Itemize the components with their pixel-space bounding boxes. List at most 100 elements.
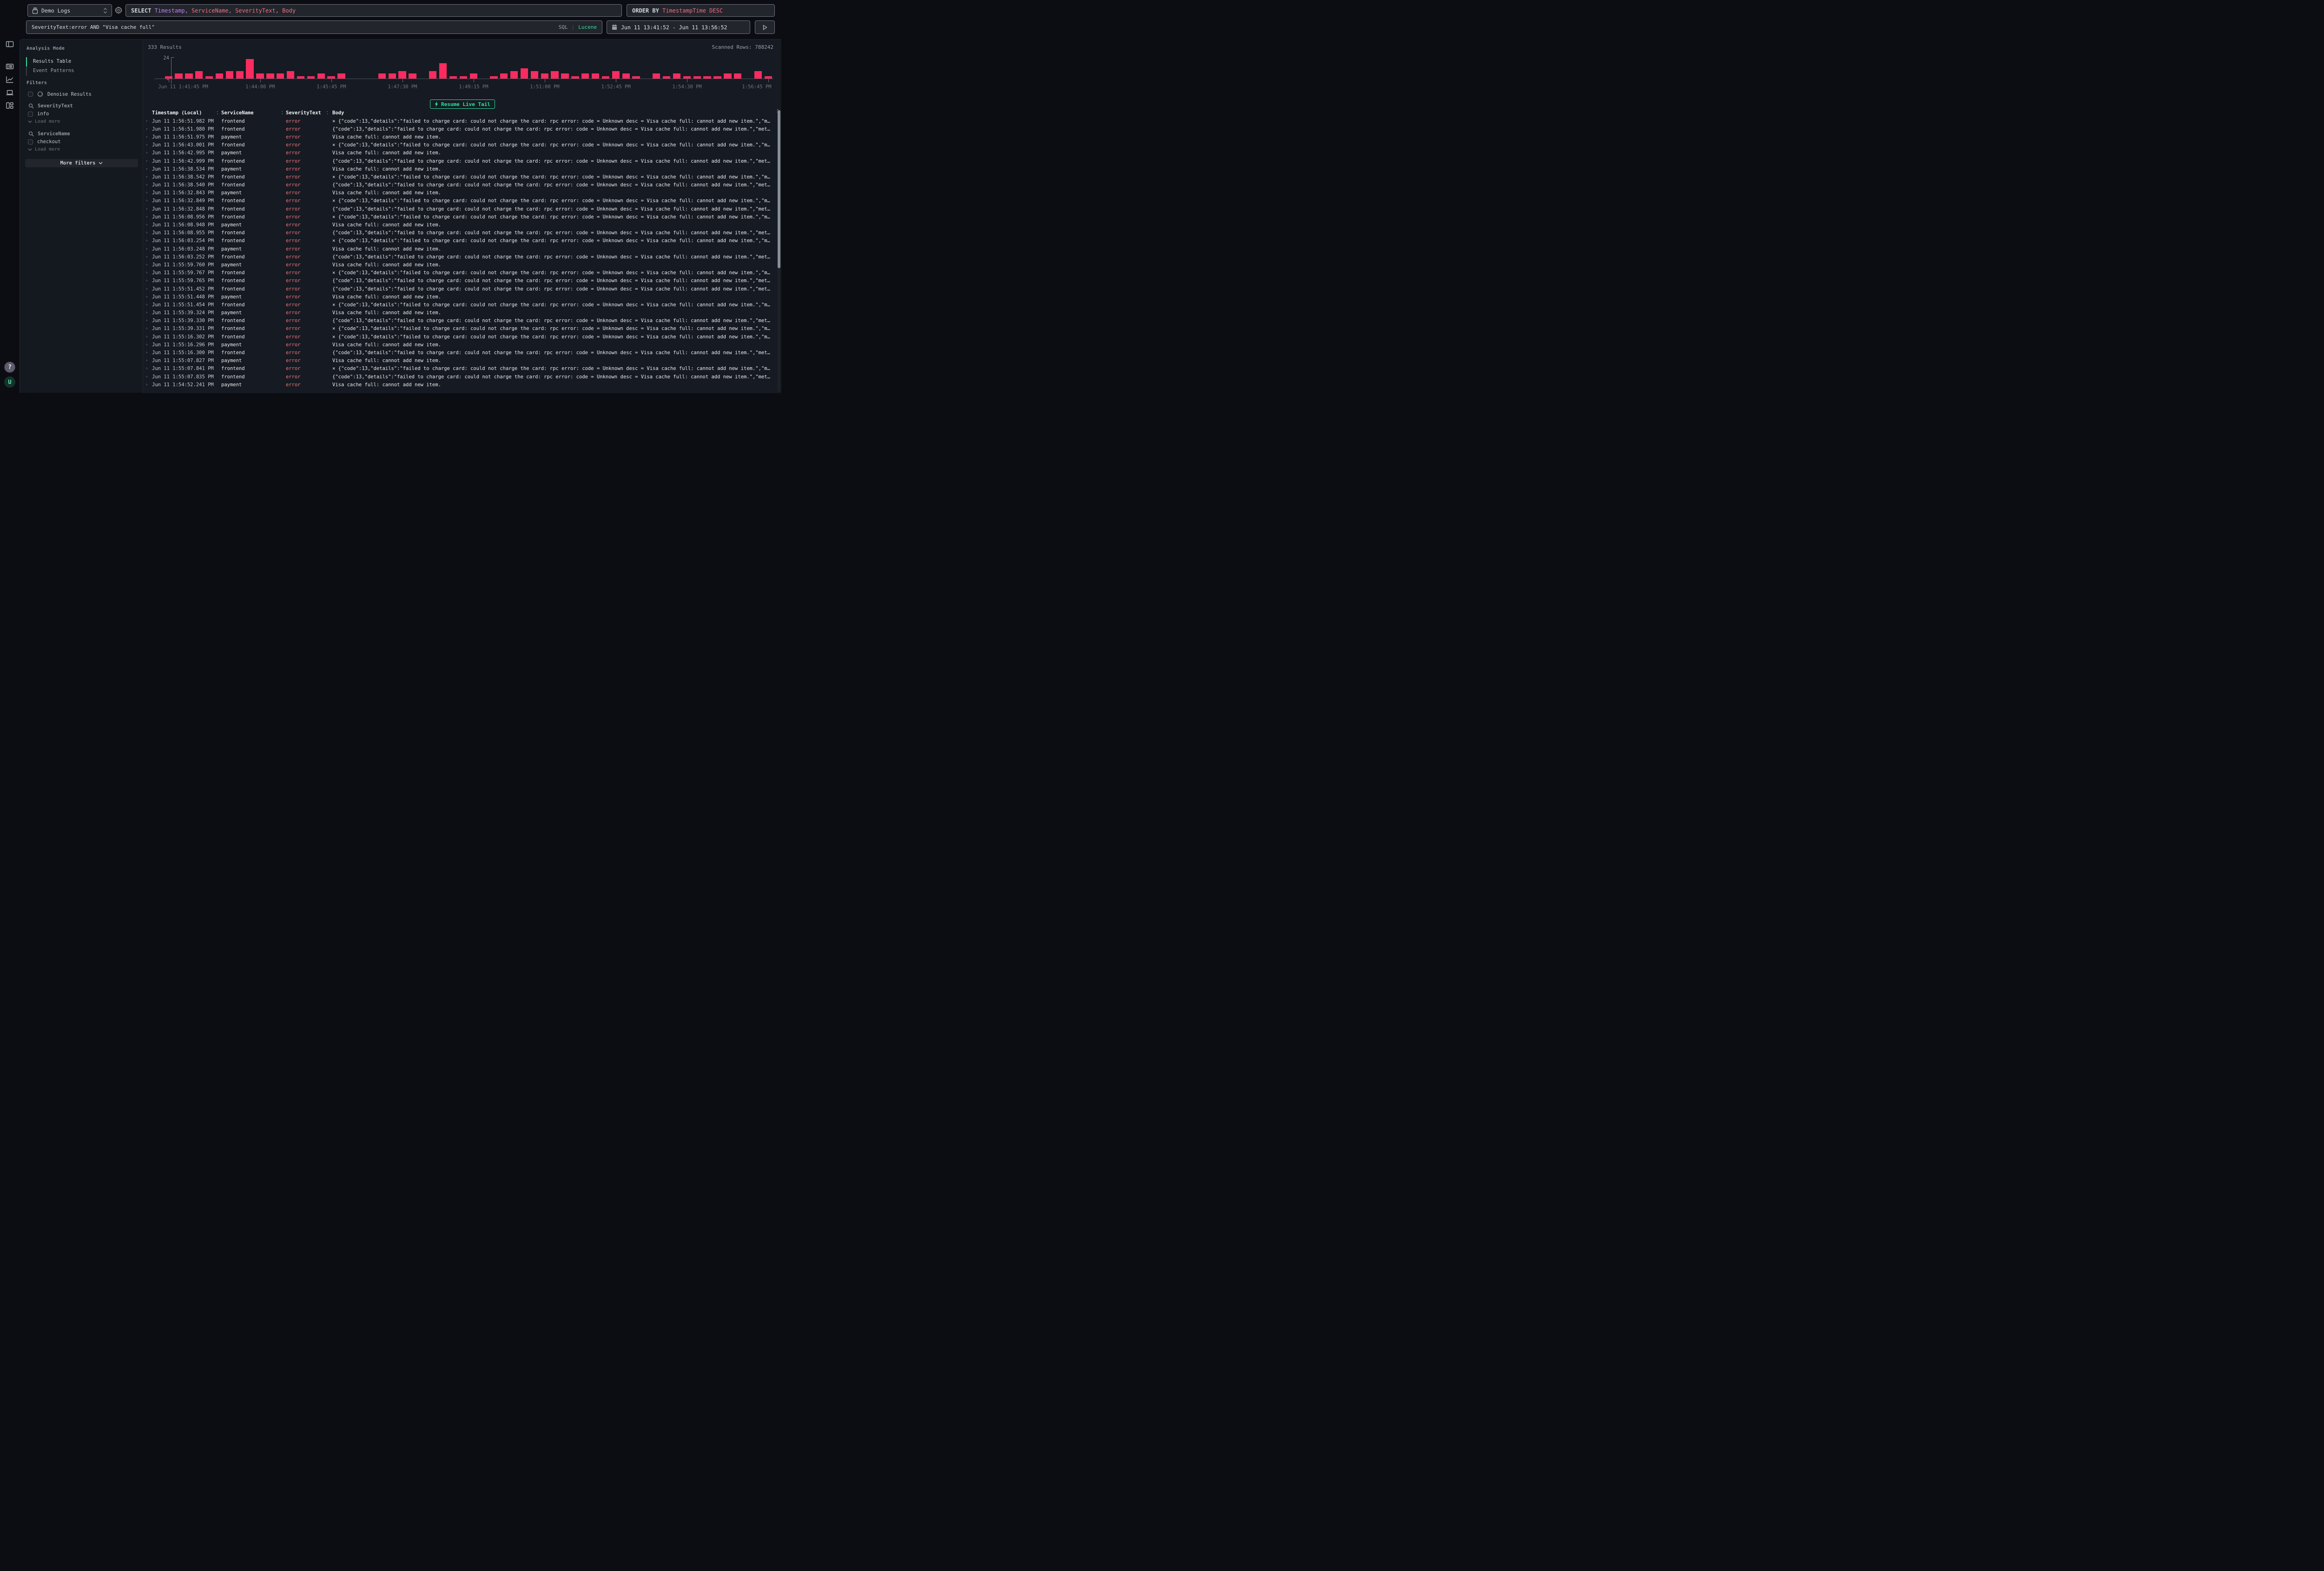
line-chart-icon[interactable] xyxy=(6,75,14,84)
row-expand-chevron-icon[interactable]: › xyxy=(145,223,152,227)
table-row[interactable]: ›Jun 11 1:56:32.848 PMfrontenderror{"cod… xyxy=(144,205,781,213)
table-row[interactable]: ›Jun 11 1:55:39.324 PMpaymenterrorVisa c… xyxy=(144,309,781,317)
panel-left-icon[interactable] xyxy=(6,40,14,48)
more-filters-button[interactable]: More filters xyxy=(25,159,138,167)
row-expand-chevron-icon[interactable]: › xyxy=(145,287,152,291)
table-row[interactable]: ›Jun 11 1:56:32.843 PMpaymenterrorVisa c… xyxy=(144,189,781,197)
table-row[interactable]: ›Jun 11 1:56:08.948 PMpaymenterrorVisa c… xyxy=(144,221,781,229)
table-row[interactable]: ›Jun 11 1:56:51.982 PMfrontenderror× {"c… xyxy=(144,117,781,125)
table-row[interactable]: ›Jun 11 1:55:39.330 PMfrontenderror{"cod… xyxy=(144,317,781,325)
row-expand-chevron-icon[interactable]: › xyxy=(145,207,152,211)
row-expand-chevron-icon[interactable]: › xyxy=(145,303,152,307)
row-expand-chevron-icon[interactable]: › xyxy=(145,231,152,235)
table-row[interactable]: ›Jun 11 1:55:51.452 PMfrontenderror{"cod… xyxy=(144,285,781,293)
row-expand-chevron-icon[interactable]: › xyxy=(145,326,152,331)
column-resize-handle[interactable] xyxy=(281,109,283,116)
search-query-input[interactable]: SeverityText:error AND "Visa cache full"… xyxy=(26,20,602,34)
column-resize-handle[interactable] xyxy=(217,109,218,116)
table-row[interactable]: ›Jun 11 1:56:51.975 PMpaymenterrorVisa c… xyxy=(144,133,781,141)
row-expand-chevron-icon[interactable]: › xyxy=(145,271,152,275)
row-expand-chevron-icon[interactable]: › xyxy=(145,358,152,363)
select-clause-input[interactable]: SELECT Timestamp, ServiceName, SeverityT… xyxy=(125,4,622,17)
resume-live-tail-button[interactable]: Resume Live Tail xyxy=(430,99,495,109)
table-row[interactable]: ›Jun 11 1:55:16.302 PMfrontenderror× {"c… xyxy=(144,333,781,341)
table-row[interactable]: ›Jun 11 1:55:39.331 PMfrontenderror× {"c… xyxy=(144,325,781,333)
table-row[interactable]: ›Jun 11 1:56:43.001 PMfrontenderror× {"c… xyxy=(144,141,781,149)
row-expand-chevron-icon[interactable]: › xyxy=(145,238,152,243)
run-query-button[interactable] xyxy=(755,20,775,34)
filter-checkbox-info[interactable] xyxy=(28,112,33,117)
table-row[interactable]: ›Jun 11 1:55:59.767 PMfrontenderror× {"c… xyxy=(144,269,781,277)
col-header-servicename[interactable]: ServiceName xyxy=(221,110,286,116)
table-row[interactable]: ›Jun 11 1:55:51.454 PMfrontenderror× {"c… xyxy=(144,301,781,309)
table-row[interactable]: ›Jun 11 1:56:38.542 PMfrontenderror× {"c… xyxy=(144,173,781,181)
row-expand-chevron-icon[interactable]: › xyxy=(145,375,152,379)
row-expand-chevron-icon[interactable]: › xyxy=(145,318,152,323)
row-expand-chevron-icon[interactable]: › xyxy=(145,175,152,179)
table-row[interactable]: ›Jun 11 1:55:07.827 PMpaymenterrorVisa c… xyxy=(144,357,781,365)
row-expand-chevron-icon[interactable]: › xyxy=(145,151,152,155)
table-row[interactable]: ›Jun 11 1:55:59.765 PMfrontenderror{"cod… xyxy=(144,277,781,285)
table-row[interactable]: ›Jun 11 1:55:07.835 PMfrontenderror{"cod… xyxy=(144,373,781,381)
col-header-severitytext[interactable]: SeverityText xyxy=(286,110,332,116)
row-expand-chevron-icon[interactable]: › xyxy=(145,135,152,139)
row-expand-chevron-icon[interactable]: › xyxy=(145,247,152,251)
table-row[interactable]: ›Jun 11 1:55:51.448 PMpaymenterrorVisa c… xyxy=(144,293,781,301)
row-expand-chevron-icon[interactable]: › xyxy=(145,143,152,147)
sql-mode-button[interactable]: SQL xyxy=(559,24,568,30)
table-row[interactable]: ›Jun 11 1:56:03.254 PMfrontenderror× {"c… xyxy=(144,237,781,245)
row-expand-chevron-icon[interactable]: › xyxy=(145,159,152,164)
denoise-checkbox[interactable] xyxy=(28,92,33,97)
filter-group-title[interactable]: ServiceName xyxy=(38,131,70,137)
dashboard-icon[interactable] xyxy=(6,101,14,110)
table-row[interactable]: ›Jun 11 1:55:07.841 PMfrontenderror× {"c… xyxy=(144,365,781,373)
table-row[interactable]: ›Jun 11 1:55:16.300 PMfrontenderror{"cod… xyxy=(144,349,781,356)
help-button[interactable]: ? xyxy=(4,362,15,373)
tab-results-table[interactable]: Results Table xyxy=(33,59,71,64)
row-expand-chevron-icon[interactable]: › xyxy=(145,310,152,315)
lucene-mode-button[interactable]: Lucene xyxy=(578,24,597,30)
col-header-body[interactable]: Body xyxy=(332,110,773,116)
table-row[interactable]: ›Jun 11 1:56:38.534 PMpaymenterrorVisa c… xyxy=(144,165,781,173)
table-row[interactable]: ›Jun 11 1:56:08.956 PMfrontenderror× {"c… xyxy=(144,213,781,221)
table-row[interactable]: ›Jun 11 1:56:32.849 PMfrontenderror× {"c… xyxy=(144,197,781,205)
row-expand-chevron-icon[interactable]: › xyxy=(145,263,152,267)
table-row[interactable]: ›Jun 11 1:54:52.241 PMpaymenterrorVisa c… xyxy=(144,381,781,389)
table-row[interactable]: ›Jun 11 1:55:59.760 PMpaymenterrorVisa c… xyxy=(144,261,781,269)
row-expand-chevron-icon[interactable]: › xyxy=(145,167,152,172)
scrollbar-thumb[interactable] xyxy=(778,110,780,268)
table-row[interactable]: ›Jun 11 1:56:38.540 PMfrontenderror{"cod… xyxy=(144,181,781,189)
row-expand-chevron-icon[interactable]: › xyxy=(145,255,152,259)
table-row[interactable]: ›Jun 11 1:56:03.248 PMpaymenterrorVisa c… xyxy=(144,245,781,253)
row-expand-chevron-icon[interactable]: › xyxy=(145,215,152,219)
load-more-servicename[interactable]: Load more xyxy=(28,147,60,152)
logs-feed-icon[interactable] xyxy=(6,62,14,71)
col-header-timestamp[interactable]: Timestamp (Local) xyxy=(152,110,221,116)
time-range-picker[interactable]: Jun 11 13:41:52 - Jun 11 13:56:52 xyxy=(607,20,750,34)
table-row[interactable]: ›Jun 11 1:55:16.296 PMpaymenterrorVisa c… xyxy=(144,341,781,349)
row-expand-chevron-icon[interactable]: › xyxy=(145,350,152,355)
row-expand-chevron-icon[interactable]: › xyxy=(145,127,152,132)
user-avatar[interactable]: U xyxy=(4,376,15,388)
filter-checkbox-checkout[interactable] xyxy=(28,139,33,145)
order-by-input[interactable]: ORDER BY TimestampTime DESC xyxy=(627,4,775,17)
row-expand-chevron-icon[interactable]: › xyxy=(145,183,152,187)
column-resize-handle[interactable] xyxy=(326,109,328,116)
table-row[interactable]: ›Jun 11 1:56:42.995 PMpaymenterrorVisa c… xyxy=(144,149,781,157)
row-expand-chevron-icon[interactable]: › xyxy=(145,383,152,387)
laptop-icon[interactable] xyxy=(6,88,14,97)
table-row[interactable]: ›Jun 11 1:56:08.955 PMfrontenderror{"cod… xyxy=(144,229,781,237)
source-selector[interactable]: Demo Logs xyxy=(27,4,112,17)
row-expand-chevron-icon[interactable]: › xyxy=(145,343,152,347)
table-row[interactable]: ›Jun 11 1:56:03.252 PMfrontenderror{"cod… xyxy=(144,253,781,261)
row-expand-chevron-icon[interactable]: › xyxy=(145,191,152,195)
row-expand-chevron-icon[interactable]: › xyxy=(145,366,152,371)
row-expand-chevron-icon[interactable]: › xyxy=(145,295,152,299)
row-expand-chevron-icon[interactable]: › xyxy=(145,119,152,124)
row-expand-chevron-icon[interactable]: › xyxy=(145,198,152,203)
row-expand-chevron-icon[interactable]: › xyxy=(145,278,152,283)
row-expand-chevron-icon[interactable]: › xyxy=(145,335,152,339)
tab-event-patterns[interactable]: Event Patterns xyxy=(33,68,74,73)
gear-icon[interactable] xyxy=(115,7,122,14)
table-row[interactable]: ›Jun 11 1:56:42.999 PMfrontenderror{"cod… xyxy=(144,157,781,165)
